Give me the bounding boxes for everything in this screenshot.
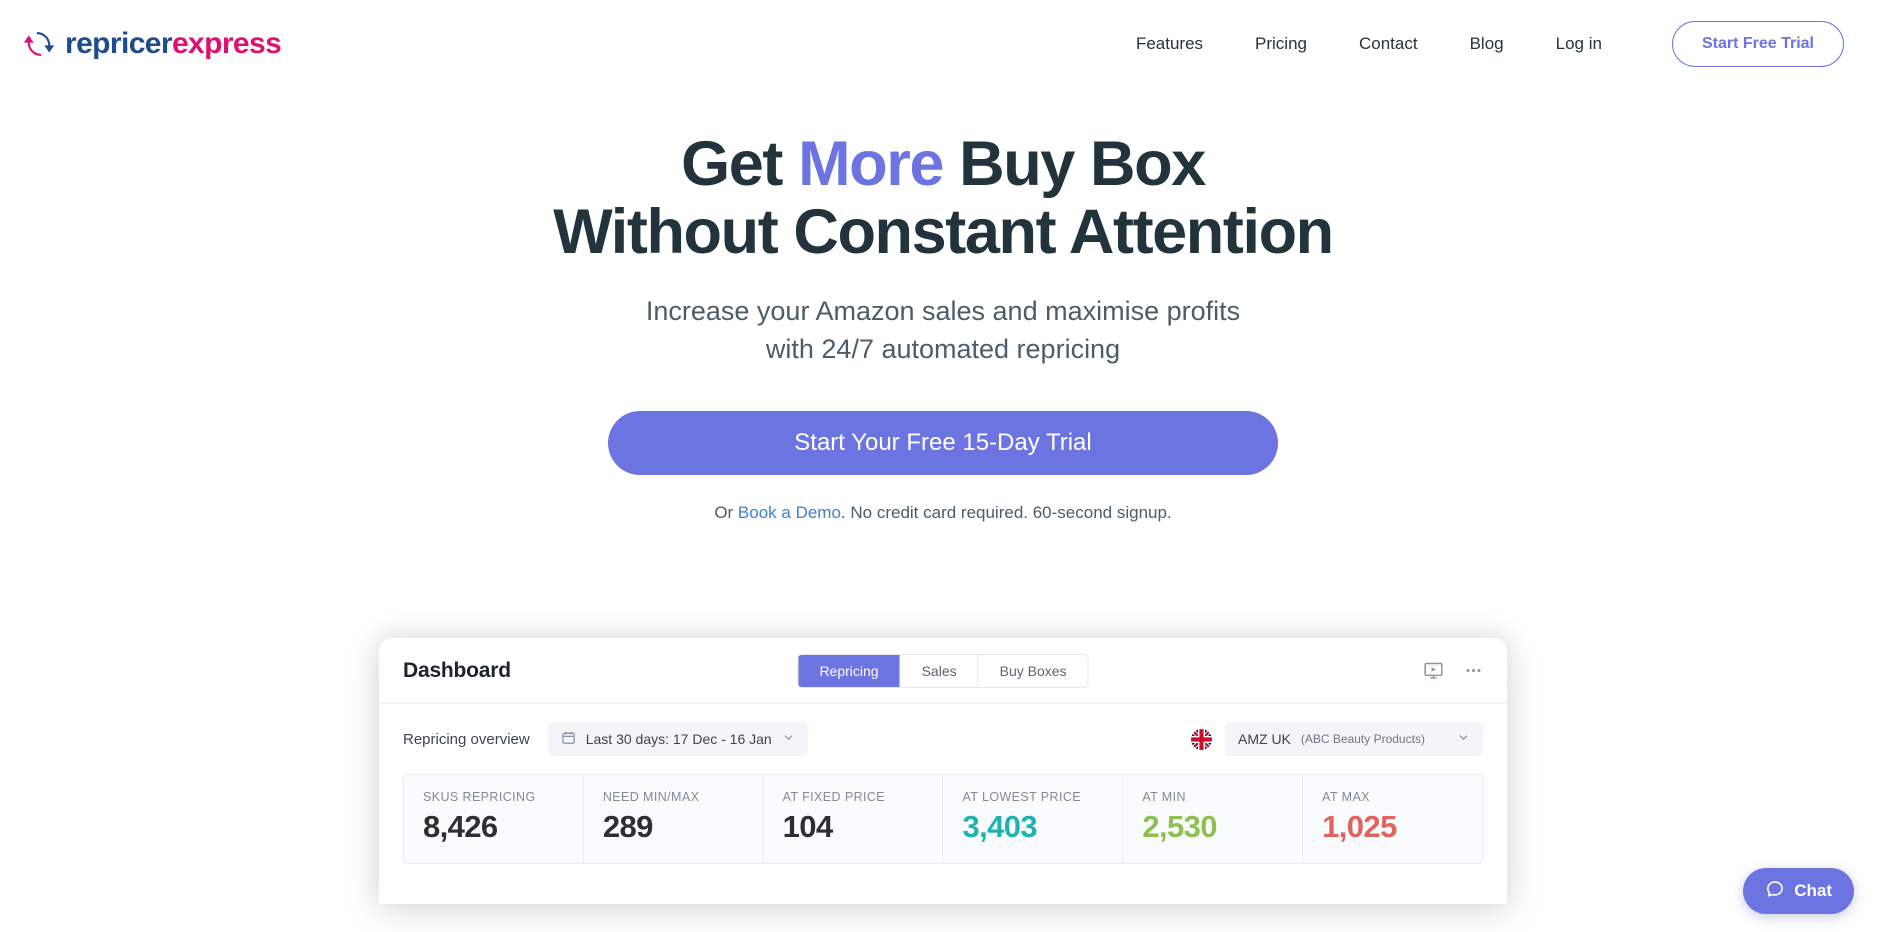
video-tutorial-icon[interactable] <box>1423 660 1444 681</box>
dashboard-tabs: Repricing Sales Buy Boxes <box>797 653 1089 688</box>
chevron-down-icon <box>1457 731 1470 747</box>
brand-wordmark: repricerexpress <box>65 27 282 60</box>
stat-at-max: AT MAX 1,025 <box>1302 775 1482 863</box>
stats-row: SKUS REPRICING 8,426 NEED MIN/MAX 289 AT… <box>403 774 1483 864</box>
dashboard-card: Dashboard Repricing Sales Buy Boxes Repr… <box>379 638 1507 904</box>
hero-section: Get More Buy Box Without Constant Attent… <box>0 88 1886 523</box>
stat-at-fixed-price: AT FIXED PRICE 104 <box>762 775 943 863</box>
hero-title-line-2: Without Constant Attention <box>553 197 1334 268</box>
marketplace-value-sub: (ABC Beauty Products) <box>1300 732 1425 746</box>
marketplace-filter-group: AMZ UK (ABC Beauty Products) <box>1191 722 1483 756</box>
stat-label: SKUS REPRICING <box>423 790 536 804</box>
repricing-overview-label: Repricing overview <box>403 730 530 748</box>
dashboard-title: Dashboard <box>403 658 511 682</box>
dashboard-body-placeholder <box>379 863 1507 904</box>
nav-item-blog[interactable]: Blog <box>1444 24 1530 64</box>
site-header: repricerexpress Features Pricing Contact… <box>0 0 1886 88</box>
stat-label: AT FIXED PRICE <box>782 790 886 804</box>
stat-value: 3,403 <box>962 809 1038 844</box>
date-range-value: Last 30 days: 17 Dec - 16 Jan <box>585 731 772 747</box>
stat-label: AT MIN <box>1142 790 1186 804</box>
main-navigation: Features Pricing Contact Blog Log in Sta… <box>1110 21 1844 67</box>
stat-value: 289 <box>602 809 654 844</box>
nav-item-features[interactable]: Features <box>1110 24 1229 64</box>
tab-repricing[interactable]: Repricing <box>798 654 900 687</box>
stat-at-lowest-price: AT LOWEST PRICE 3,403 <box>942 775 1122 863</box>
stat-value: 104 <box>782 809 834 844</box>
dashboard-mockup: Dashboard Repricing Sales Buy Boxes Repr… <box>379 638 1507 904</box>
tab-sales[interactable]: Sales <box>899 654 978 687</box>
hero-note: Or Book a Demo. No credit card required.… <box>0 503 1886 523</box>
date-range-select[interactable]: Last 30 days: 17 Dec - 16 Jan <box>547 722 808 756</box>
start-free-trial-cta-button[interactable]: Start Your Free 15-Day Trial <box>608 410 1278 475</box>
stat-need-min-max: NEED MIN/MAX 289 <box>582 775 763 863</box>
circular-refresh-icon <box>22 27 56 61</box>
more-options-icon[interactable] <box>1464 661 1483 680</box>
hero-note-prefix: Or <box>714 502 738 522</box>
hero-title-accent: More <box>798 129 944 199</box>
hero-subtitle-line-2: with 24/7 automated repricing <box>765 334 1121 365</box>
stat-label: AT LOWEST PRICE <box>962 790 1082 804</box>
uk-flag-icon <box>1191 728 1212 750</box>
chat-widget-label: Chat <box>1794 881 1832 900</box>
chat-widget-button[interactable]: Chat <box>1743 868 1854 914</box>
nav-item-pricing[interactable]: Pricing <box>1229 24 1333 64</box>
tab-buy-boxes[interactable]: Buy Boxes <box>977 654 1088 687</box>
chat-bubble-icon <box>1765 879 1785 904</box>
hero-subtitle: Increase your Amazon sales and maximise … <box>0 292 1886 369</box>
marketplace-value: AMZ UK <box>1238 731 1291 747</box>
nav-item-login[interactable]: Log in <box>1530 24 1628 64</box>
brand-logo[interactable]: repricerexpress <box>22 27 282 61</box>
hero-note-suffix: . No credit card required. 60-second sig… <box>840 502 1172 522</box>
hero-subtitle-line-1: Increase your Amazon sales and maximise … <box>645 296 1241 327</box>
start-free-trial-button[interactable]: Start Free Trial <box>1671 21 1844 67</box>
brand-word-secondary: express <box>171 27 282 60</box>
brand-word-primary: repricer <box>65 27 173 60</box>
dashboard-header-actions <box>1423 660 1483 681</box>
stat-value: 8,426 <box>423 809 498 844</box>
chevron-down-icon <box>782 731 795 747</box>
page-title: Get More Buy Box Without Constant Attent… <box>0 130 1886 266</box>
stat-value: 1,025 <box>1322 809 1397 844</box>
hero-title-part-a: Get <box>681 129 799 199</box>
book-a-demo-link[interactable]: Book a Demo <box>738 503 841 522</box>
hero-title-part-b: Buy Box <box>943 129 1206 199</box>
marketplace-select[interactable]: AMZ UK (ABC Beauty Products) <box>1225 722 1483 756</box>
stat-label: NEED MIN/MAX <box>602 790 700 804</box>
dashboard-header: Dashboard Repricing Sales Buy Boxes <box>379 638 1507 704</box>
stat-at-min: AT MIN 2,530 <box>1122 775 1302 863</box>
dashboard-filters: Repricing overview Last 30 days: 17 Dec … <box>379 704 1507 774</box>
hero-title-line-1: Get More Buy Box <box>681 129 1206 199</box>
stat-label: AT MAX <box>1322 790 1370 804</box>
stat-skus-repricing: SKUS REPRICING 8,426 <box>404 775 583 863</box>
calendar-icon <box>561 730 576 748</box>
stat-value: 2,530 <box>1142 809 1217 844</box>
nav-item-contact[interactable]: Contact <box>1333 24 1444 64</box>
